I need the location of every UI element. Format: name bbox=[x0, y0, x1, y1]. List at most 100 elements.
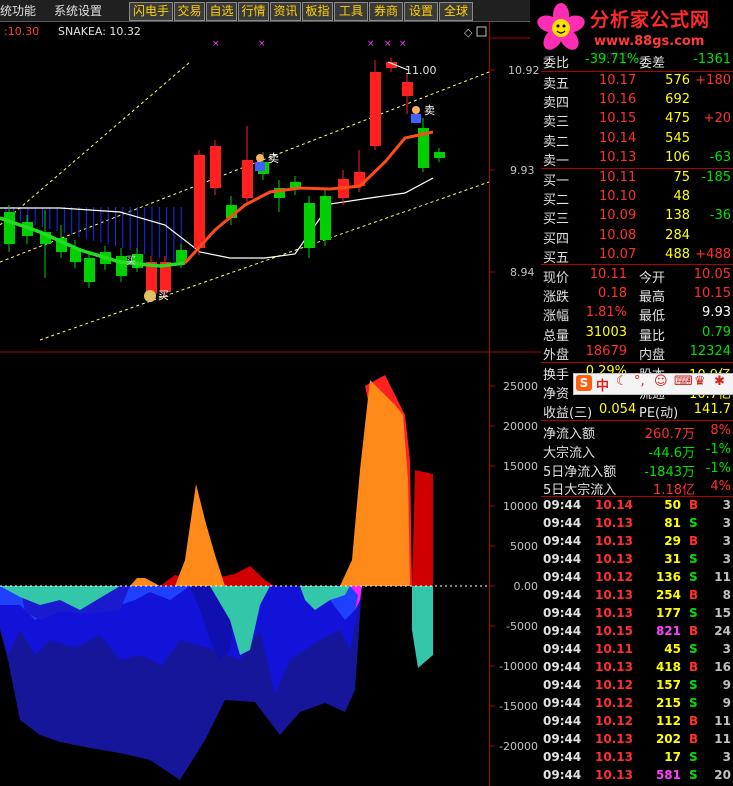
tick-price: 10.12 bbox=[595, 678, 633, 692]
tick-row[interactable]: 09:44 10.15 821 B 24 bbox=[541, 623, 733, 641]
ask-row[interactable]: 卖一 10.13 106 -63 bbox=[541, 149, 733, 169]
divider bbox=[541, 420, 733, 421]
toolbar-button-global[interactable]: 全球 bbox=[439, 2, 473, 21]
ask-change: +20 bbox=[703, 111, 731, 127]
tick-price: 10.15 bbox=[595, 624, 633, 638]
ask-volume: 545 bbox=[665, 130, 690, 146]
menu-system-functions[interactable]: 统功能 bbox=[0, 2, 36, 19]
flow-row[interactable]: 净流入额 260.7万 8% bbox=[541, 422, 733, 442]
stat-row[interactable]: 总量 31003 量比 0.79 bbox=[541, 324, 733, 344]
bid-price: 10.10 bbox=[599, 189, 637, 205]
price-channel bbox=[0, 61, 490, 341]
tick-price: 10.12 bbox=[595, 570, 633, 584]
ime-mode-label[interactable]: 中 bbox=[596, 375, 609, 394]
buy-label: 买 bbox=[158, 289, 169, 302]
tick-row[interactable]: 09:44 10.13 418 B 16 bbox=[541, 659, 733, 677]
ask-row[interactable]: 卖四 10.16 692 bbox=[541, 91, 733, 111]
indicator-value: :10.30 bbox=[4, 25, 39, 38]
tick-volume: 418 bbox=[655, 660, 681, 674]
emoji-icon[interactable]: ☺ bbox=[654, 374, 668, 389]
diamond-icon[interactable]: ◇ bbox=[464, 26, 473, 39]
flow-axis-label: -20000 bbox=[499, 740, 538, 753]
logo-url[interactable]: www.88gs.com bbox=[594, 34, 704, 49]
tick-row[interactable]: 09:44 10.12 157 S 9 bbox=[541, 677, 733, 695]
bid-row[interactable]: 买二 10.10 48 bbox=[541, 188, 733, 208]
tick-side: S bbox=[689, 768, 698, 782]
price-axis-label: 9.93 bbox=[510, 164, 535, 177]
flow-row[interactable]: 5日大宗流入 1.18亿 4% bbox=[541, 478, 733, 498]
flow-label: 5日净流入额 bbox=[543, 464, 617, 480]
tick-row[interactable]: 09:44 10.11 45 S 3 bbox=[541, 641, 733, 659]
ime-logo-icon[interactable]: S bbox=[576, 375, 592, 391]
ask-row[interactable]: 卖三 10.15 475 +20 bbox=[541, 110, 733, 130]
tick-row[interactable]: 09:44 10.12 112 B 11 bbox=[541, 713, 733, 731]
flow-row[interactable]: 5日净流入额 -1843万 -1% bbox=[541, 460, 733, 480]
quote-header-row[interactable]: 委比 -39.71% 委差 -1361 bbox=[541, 51, 733, 71]
tick-side: B bbox=[689, 534, 699, 548]
bid-row[interactable]: 买一 10.11 75 -185 bbox=[541, 169, 733, 189]
stat-row[interactable]: 外盘 18679 内盘 12324 bbox=[541, 343, 733, 363]
tick-row[interactable]: 09:44 10.13 31 S 3 bbox=[541, 551, 733, 569]
tick-volume: 202 bbox=[655, 732, 681, 746]
tick-row[interactable]: 09:44 10.13 202 B 11 bbox=[541, 731, 733, 749]
keyboard-icon[interactable]: ⌨ bbox=[674, 374, 693, 389]
tick-row[interactable]: 09:44 10.13 254 B 8 bbox=[541, 587, 733, 605]
tick-time: 09:44 bbox=[543, 642, 582, 656]
stat-row[interactable]: 涨幅 1.81% 最低 9.93 bbox=[541, 304, 733, 324]
stat-label: 总量 bbox=[543, 328, 570, 344]
eps-row[interactable]: 收益(三) 0.054 PE(动) 141.7 bbox=[541, 401, 733, 421]
toolbar-button-index[interactable]: 板指 bbox=[302, 2, 333, 21]
tick-row[interactable]: 09:44 10.13 81 S 3 bbox=[541, 515, 733, 533]
ask-row[interactable]: 卖五 10.17 576 +180 bbox=[541, 72, 733, 92]
tick-price: 10.12 bbox=[595, 714, 633, 728]
tick-row[interactable]: 09:44 10.13 29 B 3 bbox=[541, 533, 733, 551]
settings-icon[interactable]: ✱ bbox=[714, 374, 725, 389]
bid-volume: 284 bbox=[665, 227, 690, 243]
ask-price: 10.16 bbox=[599, 92, 637, 108]
toolbar-button-settings[interactable]: 设置 bbox=[404, 2, 438, 21]
stat-value: 12324 bbox=[689, 343, 731, 359]
pe-value: 141.7 bbox=[693, 402, 731, 417]
divider bbox=[541, 362, 733, 363]
skin-icon[interactable]: ♛ bbox=[694, 374, 706, 389]
bid-row[interactable]: 买三 10.09 138 -36 bbox=[541, 207, 733, 227]
stat-value: 1.81% bbox=[585, 305, 627, 321]
flow-row[interactable]: 大宗流入 -44.6万 -1% bbox=[541, 441, 733, 461]
tick-row[interactable]: 09:44 10.12 215 S 9 bbox=[541, 695, 733, 713]
tick-price: 10.13 bbox=[595, 732, 633, 746]
candle-body bbox=[242, 160, 253, 198]
flow-axis-label: 20000 bbox=[503, 420, 538, 433]
ime-toolbar[interactable]: S 中 ☾ °, ☺ ⌨ ♛ ✱ bbox=[573, 373, 733, 395]
stat-row[interactable]: 现价 10.11 今开 10.05 bbox=[541, 266, 733, 286]
tick-row[interactable]: 09:44 10.13 17 S 3 bbox=[541, 749, 733, 767]
toolbar-button-trade[interactable]: 交易 bbox=[174, 2, 205, 21]
chart-area[interactable]: × × × × × 卖 卖 买 买 11.00 :10.30 SNAKEA: 10.3… bbox=[0, 22, 541, 786]
menu-system-settings[interactable]: 系统设置 bbox=[54, 2, 102, 19]
tick-row[interactable]: 09:44 10.13 581 S 20 bbox=[541, 767, 733, 785]
toolbar-button-flash[interactable]: 闪电手 bbox=[129, 2, 173, 21]
punctuation-icon[interactable]: °, bbox=[634, 374, 645, 389]
toolbar-button-broker[interactable]: 券商 bbox=[369, 2, 403, 21]
stat-row[interactable]: 涨跌 0.18 最高 10.15 bbox=[541, 285, 733, 305]
tick-count: 9 bbox=[722, 696, 731, 710]
tick-volume: 136 bbox=[655, 570, 681, 584]
flow-axis-label: 25000 bbox=[503, 380, 538, 393]
toolbar-button-watchlist[interactable]: 自选 bbox=[206, 2, 237, 21]
bid-label: 买一 bbox=[543, 174, 570, 189]
bid-row[interactable]: 买五 10.07 488 +488 bbox=[541, 246, 733, 266]
bid-row[interactable]: 买四 10.08 284 bbox=[541, 227, 733, 247]
tick-row[interactable]: 09:44 10.14 50 B 3 bbox=[541, 497, 733, 515]
tick-row[interactable]: 09:44 10.13 177 S 15 bbox=[541, 605, 733, 623]
moon-icon[interactable]: ☾ bbox=[616, 374, 628, 389]
ask-row[interactable]: 卖二 10.14 545 bbox=[541, 130, 733, 150]
signal-markers: × × × × × bbox=[212, 39, 407, 49]
tick-volume: 112 bbox=[655, 714, 681, 728]
toolbar-button-news[interactable]: 资讯 bbox=[270, 2, 301, 21]
window-box-icon[interactable] bbox=[476, 26, 487, 37]
tick-row[interactable]: 09:44 10.12 136 S 11 bbox=[541, 569, 733, 587]
bid-price: 10.07 bbox=[599, 246, 637, 262]
tick-count: 11 bbox=[714, 732, 731, 746]
toolbar-button-tools[interactable]: 工具 bbox=[334, 2, 368, 21]
candle-body bbox=[402, 82, 413, 96]
toolbar-button-quotes[interactable]: 行情 bbox=[238, 2, 269, 21]
